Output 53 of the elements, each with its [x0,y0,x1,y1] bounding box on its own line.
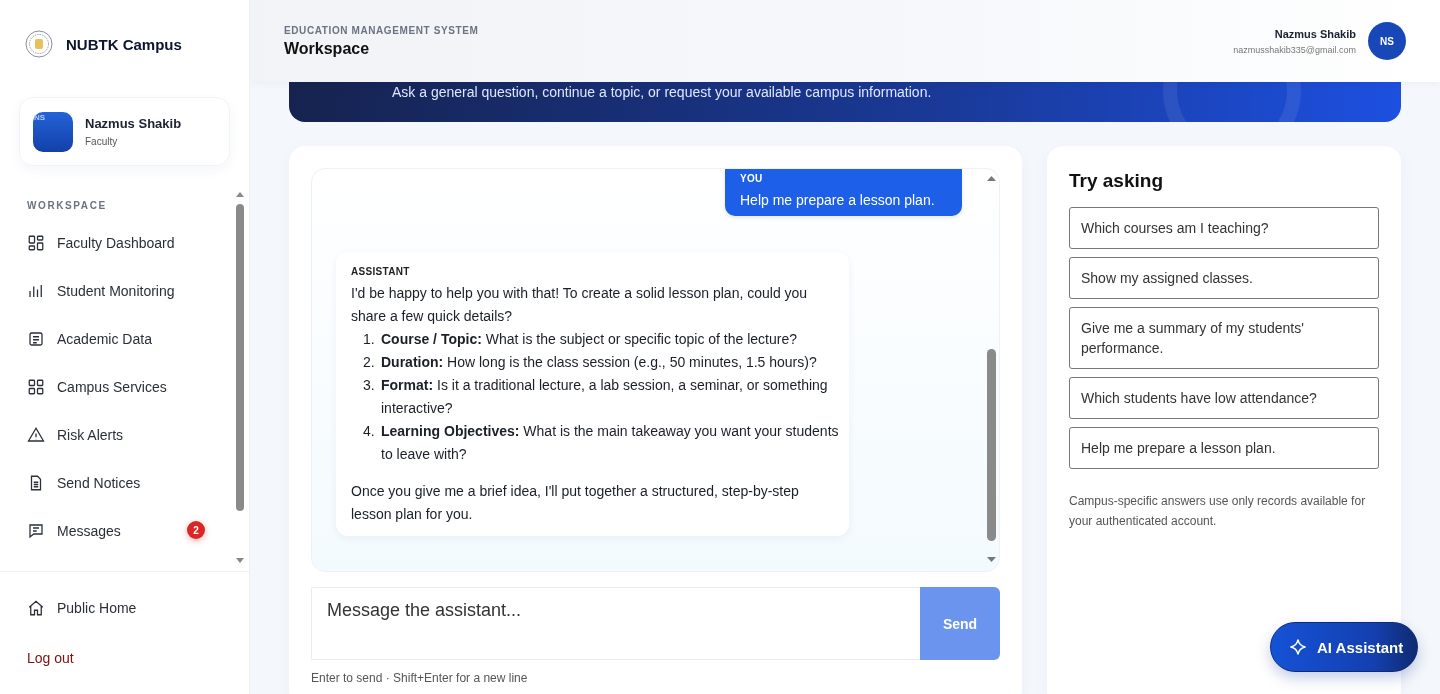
sender-label: YOU [740,173,764,184]
suggestion-button[interactable]: Help me prepare a lesson plan. [1069,427,1379,469]
list-item: Duration: How long is the class session (e.g., 50 minutes, 1.5 hours)? [381,353,818,372]
message-input[interactable]: Message the assistant... [311,587,920,660]
nav-item[interactable]: Student Monitoring [57,283,175,299]
nav-item[interactable]: Academic Data [57,331,152,347]
suggestions-title: Try asking [1069,170,1164,192]
list-number: 3. [363,376,376,395]
suggestions-note: Campus-specific answers use only records available for your authenticated account. [1069,493,1367,530]
app-subtitle: EDUCATION MANAGEMENT SYSTEM [284,24,479,36]
list-item: Learning Objectives: What is the main takeaway you want your students to leave with? [381,422,840,464]
grid-icon [27,378,45,396]
ai-assistant-button[interactable]: AI Assistant [1270,622,1418,672]
profile-name: Nazmus Shakib [85,116,182,131]
profile-role: Faculty [85,136,119,147]
suggestion-button[interactable]: Show my assigned classes. [1069,257,1379,299]
nav-item[interactable]: Messages [57,523,121,539]
banner-text: Ask a general question, continue a topic, or request your available campus information. [392,84,932,100]
warning-icon [27,426,45,444]
message-text: Once you give me a brief idea, I'll put together a structured, step-by-step lesson plan for you. [351,482,800,524]
suggestion-button[interactable]: Give me a summary of my students' performance. [1069,307,1379,369]
nav-item[interactable]: Public Home [57,600,137,616]
list-number: 1. [363,330,376,349]
sender-label: ASSISTANT [351,265,411,279]
logout-link[interactable]: Log out [27,650,74,666]
bar-chart-icon [27,282,45,300]
nav-item[interactable]: Send Notices [57,475,141,491]
input-hint: Enter to send · Shift+Enter for a new line [311,671,529,685]
document-icon [27,330,45,348]
message-text: Help me prepare a lesson plan. [740,192,936,208]
home-icon [27,599,45,617]
list-item: Course / Topic: What is the subject or specific topic of the lecture? [381,330,798,349]
avatar-initials: NS [34,112,46,122]
user-avatar[interactable]: NS [1368,22,1406,60]
page-title: Workspace [284,39,371,58]
section-title: WORKSPACE [27,200,108,211]
list-number: 2. [363,353,376,372]
list-number: 4. [363,422,376,441]
dashboard-icon [27,234,45,252]
nav-item[interactable]: Campus Services [57,379,167,395]
count-badge: 2 [187,521,205,539]
nav-item[interactable]: Risk Alerts [57,427,124,443]
user-email: nazmusshakib335@gmail.com [1233,44,1356,55]
brand-name: NUBTK Campus [66,35,182,53]
message-text: I'd be happy to help you with that! To create a solid lesson plan, could you share a few quick details? [351,284,809,326]
logo-icon [24,29,54,59]
message-icon [27,522,45,540]
user-name: Nazmus Shakib [1273,27,1356,40]
suggestion-button[interactable]: Which students have low attendance? [1069,377,1379,419]
list-item: Format: Is it a traditional lecture, a lab session, a seminar, or something interactive? [381,376,829,418]
sparkle-icon [1289,638,1307,656]
nav-item[interactable]: Faculty Dashboard [57,235,175,251]
suggestion-button[interactable]: Which courses am I teaching? [1069,207,1379,249]
